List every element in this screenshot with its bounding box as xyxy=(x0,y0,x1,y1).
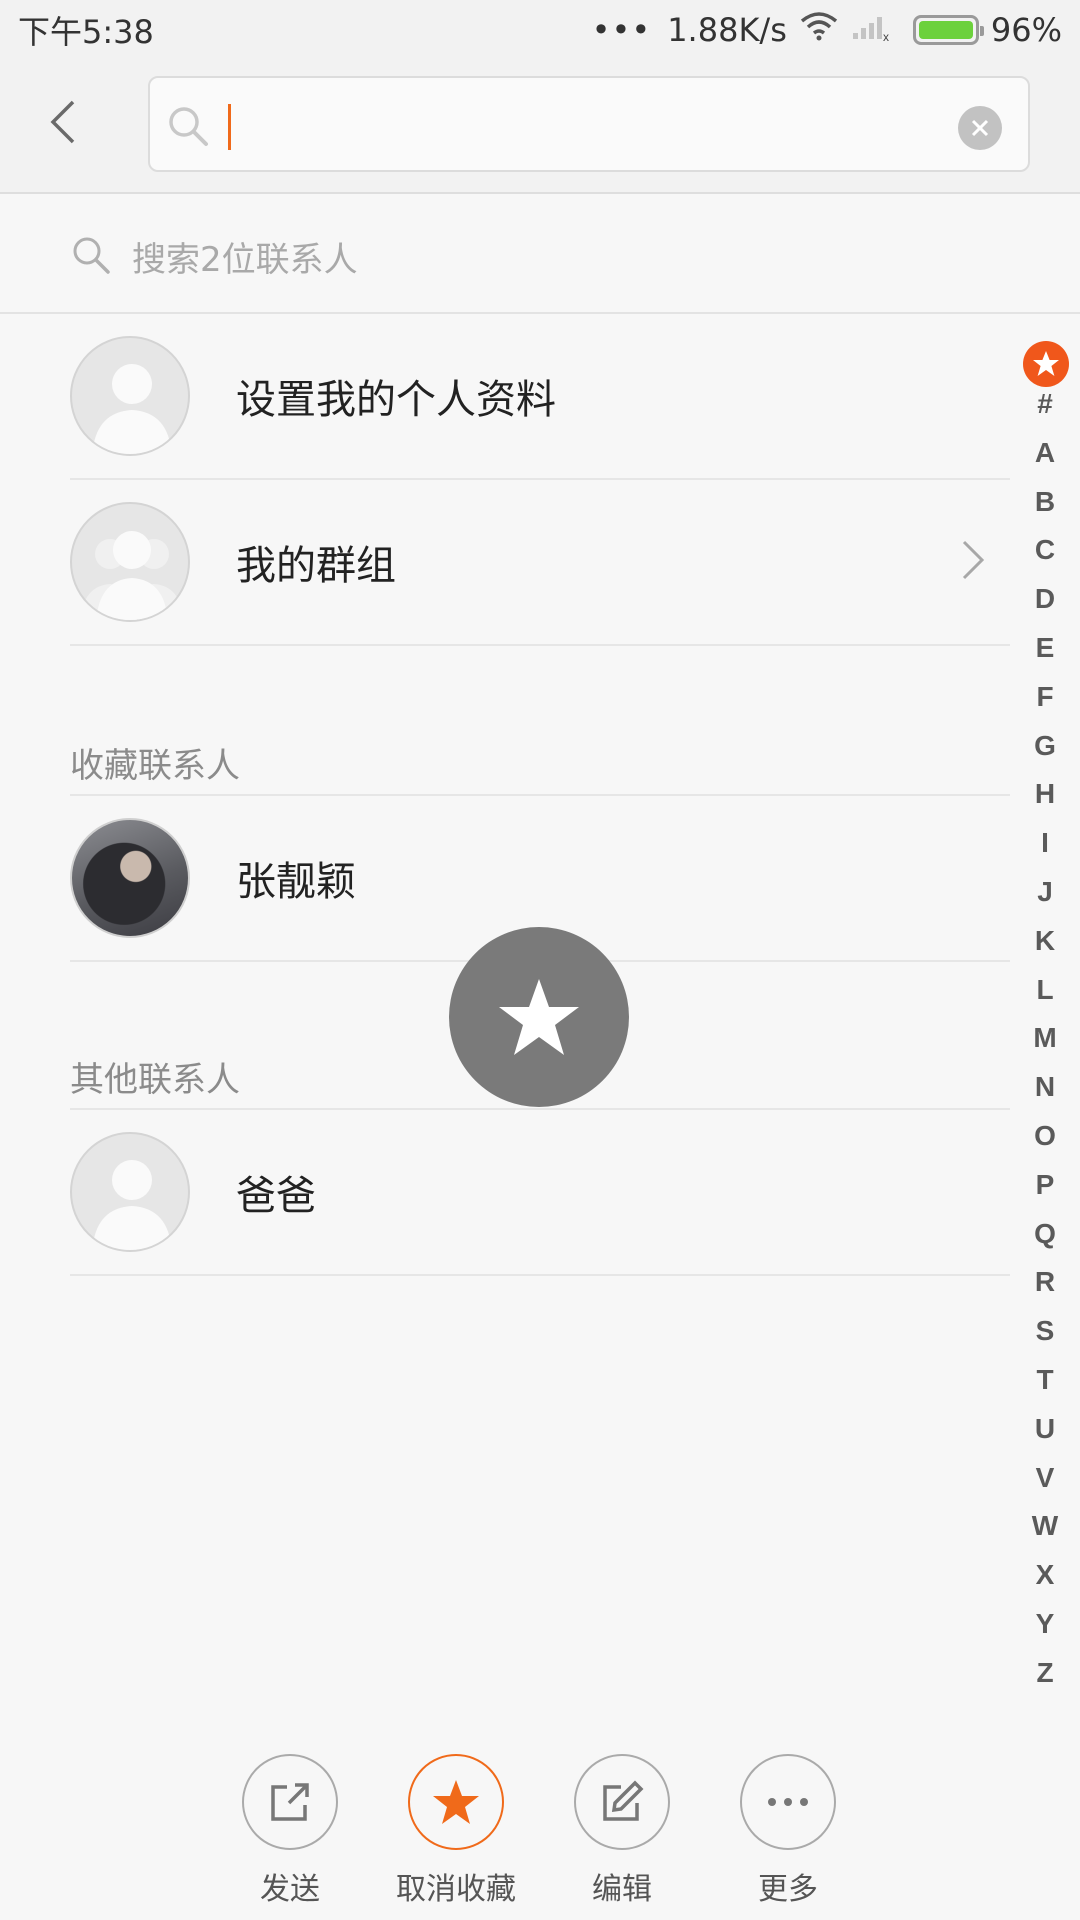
index-letter[interactable]: O xyxy=(1022,1120,1068,1152)
action-label: 编辑 xyxy=(592,1872,652,1907)
edit-icon xyxy=(603,1780,644,1821)
avatar xyxy=(70,1132,190,1252)
action-label: 发送 xyxy=(260,1872,320,1907)
contact-name: 爸爸 xyxy=(236,1173,316,1219)
star-icon xyxy=(1033,351,1059,376)
index-letter[interactable]: H xyxy=(1022,778,1068,810)
edit-button[interactable]: 编辑 xyxy=(542,1754,702,1914)
avatar xyxy=(70,336,190,456)
search-input[interactable] xyxy=(148,76,1030,172)
more-button-circle xyxy=(740,1754,836,1850)
index-letter[interactable]: D xyxy=(1022,583,1068,615)
more-icon xyxy=(768,1798,808,1806)
network-speed: 1.88K/s xyxy=(667,11,787,49)
star-button-circle xyxy=(408,1754,504,1850)
index-letter[interactable]: B xyxy=(1022,486,1068,518)
index-letter[interactable]: A xyxy=(1022,437,1068,469)
index-letter[interactable]: N xyxy=(1022,1071,1068,1103)
list-item-my-profile[interactable]: 设置我的个人资料 xyxy=(70,314,1010,480)
person-icon xyxy=(92,364,172,454)
star-icon xyxy=(433,1780,479,1824)
avatar xyxy=(70,502,190,622)
chevron-right-icon xyxy=(962,540,985,580)
svg-text:x: x xyxy=(883,30,889,41)
index-letter[interactable]: T xyxy=(1022,1364,1068,1396)
index-letter[interactable]: U xyxy=(1022,1413,1068,1445)
action-label: 取消收藏 xyxy=(396,1872,516,1907)
list-item-my-groups[interactable]: 我的群组 xyxy=(70,480,1010,646)
index-letter[interactable]: P xyxy=(1022,1169,1068,1201)
status-time: 下午5:38 xyxy=(18,13,154,51)
send-button[interactable]: 发送 xyxy=(210,1754,370,1914)
index-letter[interactable]: M xyxy=(1022,1022,1068,1054)
more-button[interactable]: 更多 xyxy=(708,1754,868,1914)
index-letter[interactable]: S xyxy=(1022,1315,1068,1347)
index-letter[interactable]: Q xyxy=(1022,1218,1068,1250)
list-item-contact[interactable]: 爸爸 xyxy=(70,1110,1010,1276)
index-letter[interactable]: K xyxy=(1022,925,1068,957)
favorite-toast xyxy=(449,927,629,1107)
group-icon xyxy=(80,531,184,620)
index-letter[interactable]: J xyxy=(1022,876,1068,908)
action-label: 更多 xyxy=(758,1872,818,1907)
index-letter[interactable]: C xyxy=(1022,534,1068,566)
wifi-icon xyxy=(799,11,839,49)
contact-name: 张靓颖 xyxy=(236,859,356,905)
share-icon xyxy=(271,1783,309,1821)
status-indicators: ••• 1.88K/s x 96% xyxy=(592,11,1062,49)
index-letter[interactable]: Z xyxy=(1022,1657,1068,1689)
index-letter[interactable]: Y xyxy=(1022,1608,1068,1640)
search-icon xyxy=(70,234,112,280)
index-letter[interactable]: W xyxy=(1022,1510,1068,1542)
back-button[interactable] xyxy=(38,90,88,154)
index-letter[interactable]: L xyxy=(1022,974,1068,1006)
battery-icon xyxy=(912,15,984,45)
edit-button-circle xyxy=(574,1754,670,1850)
close-icon xyxy=(971,119,989,137)
index-letter[interactable]: V xyxy=(1022,1462,1068,1494)
notification-dots: ••• xyxy=(591,11,652,49)
star-icon xyxy=(499,979,579,1055)
index-favorites[interactable] xyxy=(1023,341,1069,387)
row-label: 我的群组 xyxy=(236,543,396,589)
status-bar: 下午5:38 ••• 1.88K/s x 96% xyxy=(0,0,1080,60)
avatar xyxy=(70,818,190,938)
text-cursor xyxy=(228,104,231,150)
search-toolbar xyxy=(0,60,1080,194)
row-label: 设置我的个人资料 xyxy=(236,377,556,423)
share-button-circle xyxy=(242,1754,338,1850)
index-letter[interactable]: F xyxy=(1022,681,1068,713)
index-letter[interactable]: R xyxy=(1022,1266,1068,1298)
clear-search-button[interactable] xyxy=(958,106,1002,150)
unfavorite-button[interactable]: 取消收藏 xyxy=(376,1754,536,1914)
contact-search-placeholder: 搜索2位联系人 xyxy=(132,240,358,280)
index-letter[interactable]: X xyxy=(1022,1559,1068,1591)
back-arrow-icon xyxy=(50,100,75,144)
search-icon xyxy=(166,104,210,152)
section-header-favorites: 收藏联系人 xyxy=(70,746,240,786)
index-letter[interactable]: G xyxy=(1022,730,1068,762)
index-letter[interactable]: E xyxy=(1022,632,1068,664)
cellular-signal-icon: x xyxy=(851,11,893,49)
person-icon xyxy=(92,1160,172,1250)
battery-percent: 96% xyxy=(990,11,1062,49)
contact-search-field[interactable]: 搜索2位联系人 xyxy=(0,196,1080,314)
index-letter[interactable]: # xyxy=(1022,388,1068,420)
index-letter[interactable]: I xyxy=(1022,827,1068,859)
battery-level xyxy=(918,21,973,39)
